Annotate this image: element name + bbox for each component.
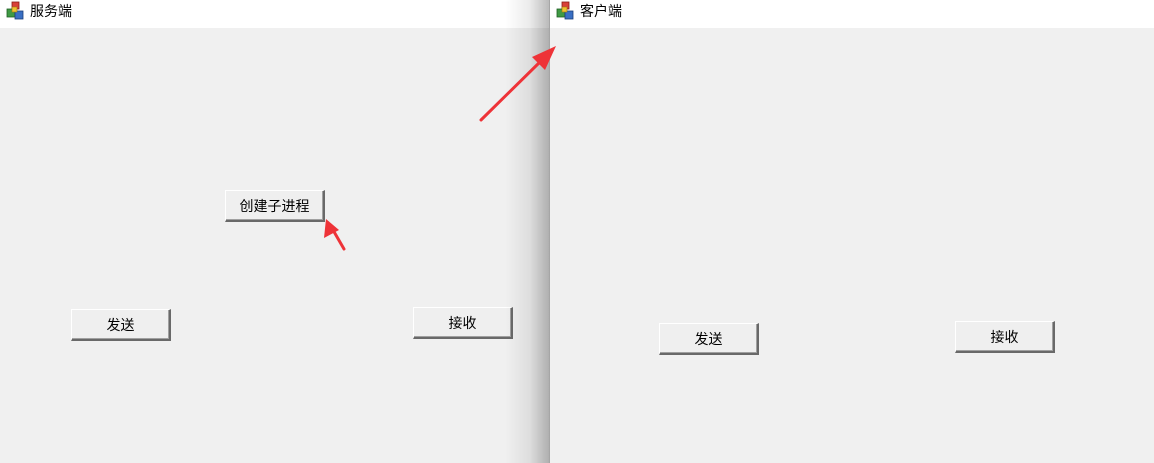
server-window: 服务端 创建子进程 发送 接收: [0, 0, 549, 463]
app-icon: [556, 1, 574, 20]
server-window-title: 服务端: [30, 4, 72, 20]
server-send-button[interactable]: 发送: [71, 309, 171, 341]
client-window-title: 客户端: [580, 4, 622, 20]
client-send-button[interactable]: 发送: [659, 323, 759, 355]
app-icon: [6, 1, 24, 20]
create-child-process-button[interactable]: 创建子进程: [225, 190, 325, 222]
client-window: 客户端 发送 接收: [550, 0, 1154, 463]
server-titlebar: 服务端: [0, 0, 549, 28]
client-receive-button[interactable]: 接收: [955, 321, 1055, 353]
server-receive-button[interactable]: 接收: [413, 307, 513, 339]
client-titlebar: 客户端: [550, 0, 1154, 28]
